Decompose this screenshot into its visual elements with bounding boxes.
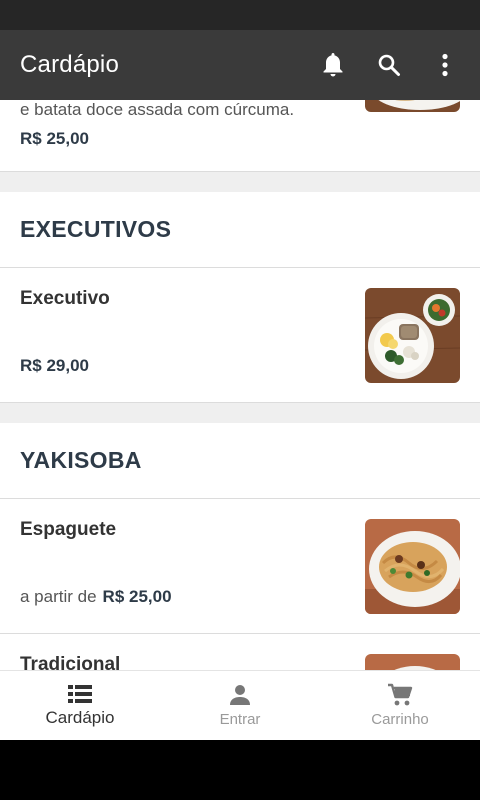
menu-item[interactable]: Executivo R$ 29,00 [0, 268, 480, 403]
search-icon [378, 54, 400, 76]
section-spacer [0, 172, 480, 192]
more-vert-icon [442, 53, 448, 77]
bottom-navigation: Cardápio Entrar Carrinho [0, 670, 480, 740]
app-bar: Cardápio [0, 30, 480, 100]
item-price: R$ 25,00 [20, 129, 89, 148]
item-photo [365, 519, 460, 614]
person-icon [230, 685, 250, 705]
page-title: Cardápio [20, 51, 119, 78]
cart-icon [388, 683, 413, 706]
menu-item[interactable]: e batata doce assada com cúrcuma. R$ 25,… [0, 100, 480, 172]
search-button[interactable] [374, 45, 404, 85]
section-title-yakisoba: YAKISOBA [0, 423, 480, 499]
menu-item[interactable]: Tradicional [0, 634, 480, 670]
item-price-value: R$ 25,00 [102, 587, 172, 606]
system-navigation-area [0, 740, 480, 800]
app-screen: Cardápio e batata doce assada com cúrcum… [0, 0, 480, 800]
notifications-button[interactable] [318, 45, 348, 85]
list-icon [68, 684, 92, 703]
section-title-executivos: EXECUTIVOS [0, 192, 480, 268]
nav-label: Entrar [219, 711, 261, 728]
nav-carrinho[interactable]: Carrinho [320, 671, 480, 740]
item-price: R$ 29,00 [20, 356, 89, 376]
item-price: a partir de R$ 25,00 [20, 587, 172, 607]
item-photo [365, 288, 460, 383]
menu-item[interactable]: Espaguete a partir de R$ 25,00 [0, 499, 480, 634]
nav-cardapio[interactable]: Cardápio [0, 671, 160, 740]
nav-entrar[interactable]: Entrar [160, 671, 320, 740]
item-description: e batata doce assada com cúrcuma. [20, 100, 295, 119]
item-photo [365, 654, 460, 670]
item-price-value: R$ 29,00 [20, 356, 89, 375]
nav-label: Cardápio [45, 707, 115, 727]
section-spacer [0, 403, 480, 423]
status-bar [0, 0, 480, 30]
price-prefix: a partir de [20, 587, 97, 606]
bell-icon [323, 53, 343, 77]
item-photo [365, 100, 460, 112]
more-options-button[interactable] [430, 45, 460, 85]
menu-list[interactable]: e batata doce assada com cúrcuma. R$ 25,… [0, 100, 480, 670]
nav-label: Carrinho [371, 711, 429, 728]
